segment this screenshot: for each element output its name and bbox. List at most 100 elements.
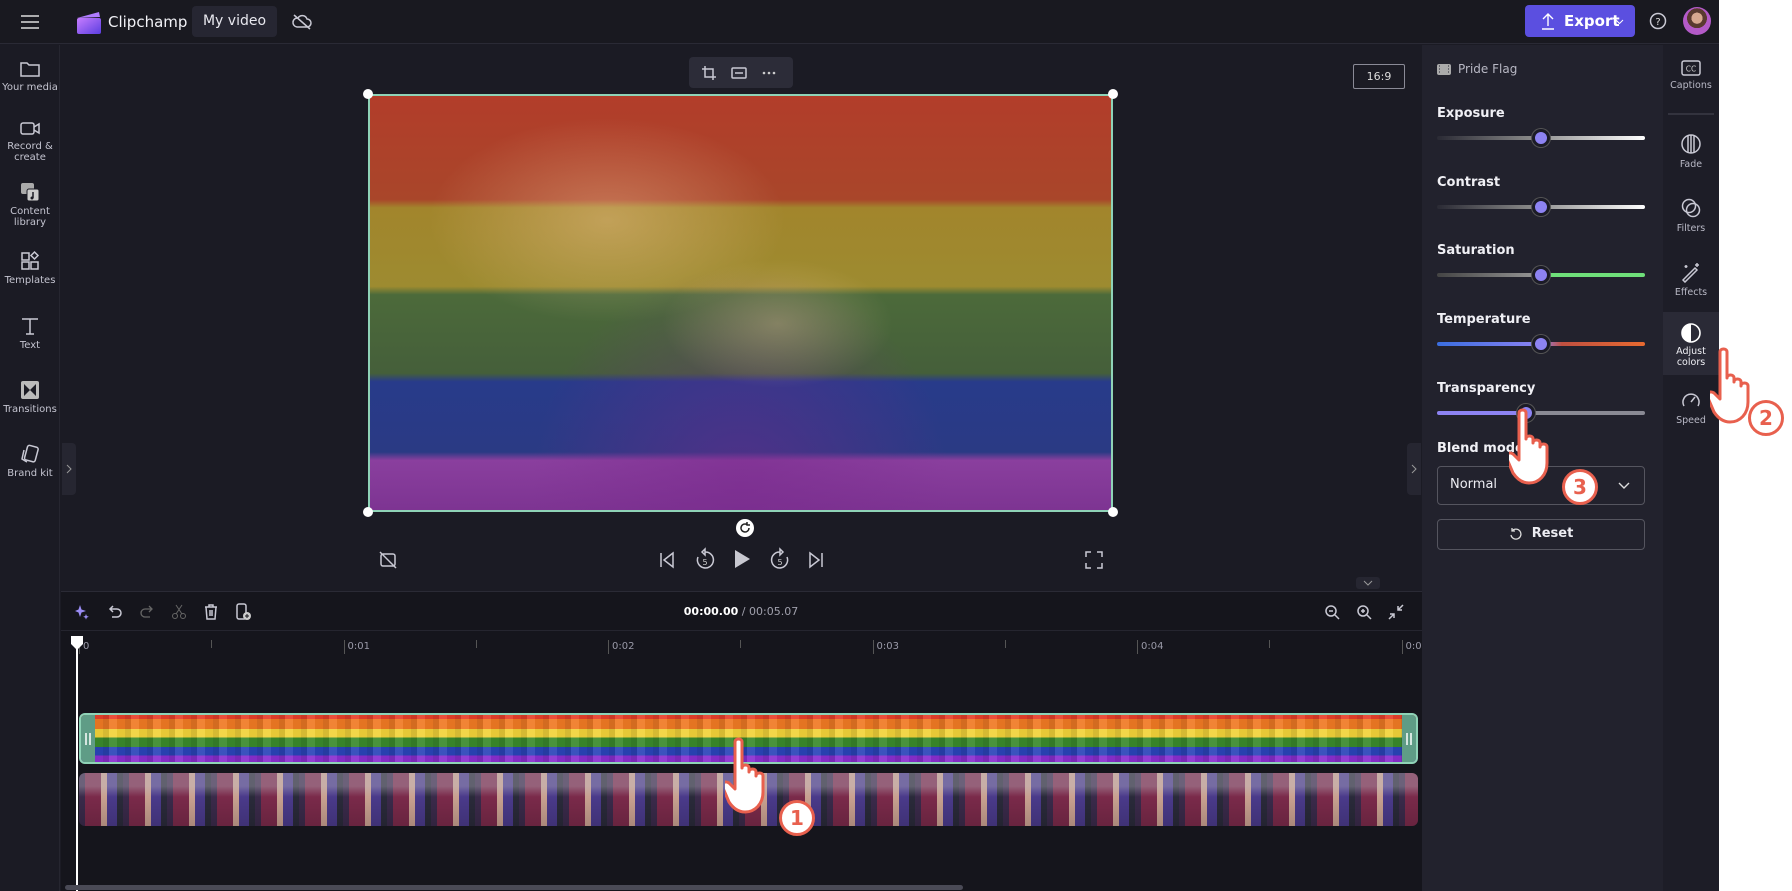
video-preview[interactable]: [368, 94, 1113, 512]
sidebar-item-record-create[interactable]: Record & create: [0, 118, 60, 163]
properties-tab-rail: CC Captions Fade Filters Effects Adjust c…: [1663, 45, 1719, 891]
menu-icon[interactable]: [20, 14, 40, 30]
tab-label: Adjust: [1676, 346, 1706, 357]
exposure-slider[interactable]: [1437, 129, 1645, 147]
sidebar-item-label: library: [13, 217, 47, 228]
project-title[interactable]: My video: [192, 6, 277, 37]
more-icon[interactable]: [761, 65, 777, 81]
play-icon[interactable]: [732, 548, 752, 570]
video-frame: [370, 96, 1111, 510]
ai-sparkle-icon[interactable]: [75, 604, 89, 620]
transitions-icon: [21, 381, 39, 399]
adjust-colors-icon: [1681, 323, 1701, 343]
redo-icon[interactable]: [139, 604, 155, 620]
tab-effects[interactable]: Effects: [1663, 261, 1719, 298]
tab-label: colors: [1676, 357, 1706, 368]
resize-handle[interactable]: [1108, 89, 1118, 99]
avatar[interactable]: [1683, 7, 1711, 35]
transparency-slider[interactable]: [1437, 404, 1645, 422]
video-clip[interactable]: [79, 773, 1418, 826]
help-icon[interactable]: ?: [1649, 12, 1667, 30]
skip-forward-icon[interactable]: [807, 550, 825, 570]
expand-sidebar-button[interactable]: [62, 443, 76, 495]
ruler-tick: [740, 640, 741, 648]
sidebar-item-your-media[interactable]: Your media: [0, 59, 60, 93]
sidebar-item-text[interactable]: Text: [0, 315, 60, 351]
floating-toolbar: [689, 57, 793, 88]
resize-handle[interactable]: [1108, 507, 1118, 517]
zoom-out-icon[interactable]: [1324, 604, 1340, 620]
fade-icon: [1681, 134, 1701, 154]
delete-icon[interactable]: [203, 603, 219, 621]
blend-mode-value: Normal: [1450, 477, 1498, 492]
tab-label: Speed: [1676, 415, 1706, 426]
resize-handle[interactable]: [363, 89, 373, 99]
export-button[interactable]: Export: [1525, 5, 1635, 37]
tab-speed[interactable]: Speed: [1663, 389, 1719, 426]
captions-off-icon[interactable]: [378, 550, 398, 570]
fit-icon[interactable]: [731, 65, 747, 81]
fullscreen-icon[interactable]: [1084, 550, 1104, 570]
trim-handle-left[interactable]: [81, 715, 95, 762]
svg-text:5: 5: [777, 558, 782, 567]
reset-button[interactable]: Reset: [1437, 519, 1645, 550]
playhead[interactable]: [76, 638, 78, 891]
slider-label: Transparency: [1437, 381, 1536, 396]
split-icon[interactable]: [171, 604, 187, 620]
undo-icon[interactable]: [107, 604, 123, 620]
contrast-slider[interactable]: [1437, 198, 1645, 216]
ruler-tick: [211, 640, 212, 648]
tab-filters[interactable]: Filters: [1663, 197, 1719, 234]
temperature-slider[interactable]: [1437, 335, 1645, 353]
sidebar-item-transitions[interactable]: Transitions: [0, 379, 60, 415]
current-time: 00:00.00: [683, 605, 739, 618]
rotate-icon[interactable]: [736, 519, 754, 537]
collapse-preview-button[interactable]: [1356, 577, 1380, 589]
sidebar-item-brand-kit[interactable]: Brand kit: [0, 443, 60, 479]
sidebar-item-label: Content: [10, 206, 50, 217]
slider-thumb[interactable]: [1532, 129, 1550, 147]
fit-timeline-icon[interactable]: [1388, 604, 1404, 620]
ruler-label: 0:03: [872, 640, 899, 654]
expand-panel-button[interactable]: [1407, 443, 1421, 495]
overlay-clip-pride-flag[interactable]: [79, 713, 1418, 764]
slider-thumb[interactable]: [1517, 404, 1536, 422]
ruler-tick: [1004, 640, 1006, 648]
horizontal-scrollbar[interactable]: [65, 885, 963, 890]
sidebar-item-content-library[interactable]: Content library: [0, 181, 60, 228]
slider-thumb[interactable]: [1532, 266, 1550, 284]
tab-captions[interactable]: CC Captions: [1663, 60, 1719, 91]
resize-handle[interactable]: [363, 507, 373, 517]
filters-icon: [1681, 198, 1701, 218]
ruler-divider: [61, 630, 1422, 631]
reset-label: Reset: [1531, 526, 1574, 541]
tab-fade[interactable]: Fade: [1663, 133, 1719, 170]
slider-label: Saturation: [1437, 243, 1515, 258]
trim-handle-right[interactable]: [1402, 715, 1416, 762]
tab-adjust-colors[interactable]: Adjust colors: [1663, 312, 1719, 375]
clipchamp-logo-icon: [77, 12, 101, 34]
aspect-ratio-button[interactable]: 16:9: [1353, 64, 1405, 89]
zoom-in-icon[interactable]: [1356, 604, 1372, 620]
slider-thumb[interactable]: [1532, 198, 1550, 216]
cloud-off-icon[interactable]: [292, 13, 312, 31]
forward-5-icon[interactable]: 5: [769, 547, 791, 571]
crop-icon[interactable]: [701, 65, 717, 81]
slider-label: Temperature: [1437, 312, 1531, 327]
step-number-badge: 2: [1748, 400, 1784, 436]
saturation-slider[interactable]: [1437, 266, 1645, 284]
playhead-handle[interactable]: [70, 636, 84, 650]
svg-text:?: ?: [1655, 17, 1660, 28]
clip-thumbnails: [81, 715, 1416, 762]
skip-back-icon[interactable]: [658, 550, 676, 570]
blend-mode-dropdown[interactable]: Normal: [1437, 466, 1645, 505]
sidebar-item-label: Record &: [7, 141, 53, 152]
sidebar-item-label: Templates: [4, 275, 56, 286]
rewind-5-icon[interactable]: 5: [694, 547, 716, 571]
sidebar-item-templates[interactable]: Templates: [0, 250, 60, 286]
tab-label: Filters: [1676, 223, 1706, 234]
slider-thumb[interactable]: [1532, 335, 1550, 353]
effects-icon: [1681, 263, 1699, 283]
add-to-timeline-icon[interactable]: [235, 603, 253, 621]
reset-icon: [1510, 528, 1522, 540]
